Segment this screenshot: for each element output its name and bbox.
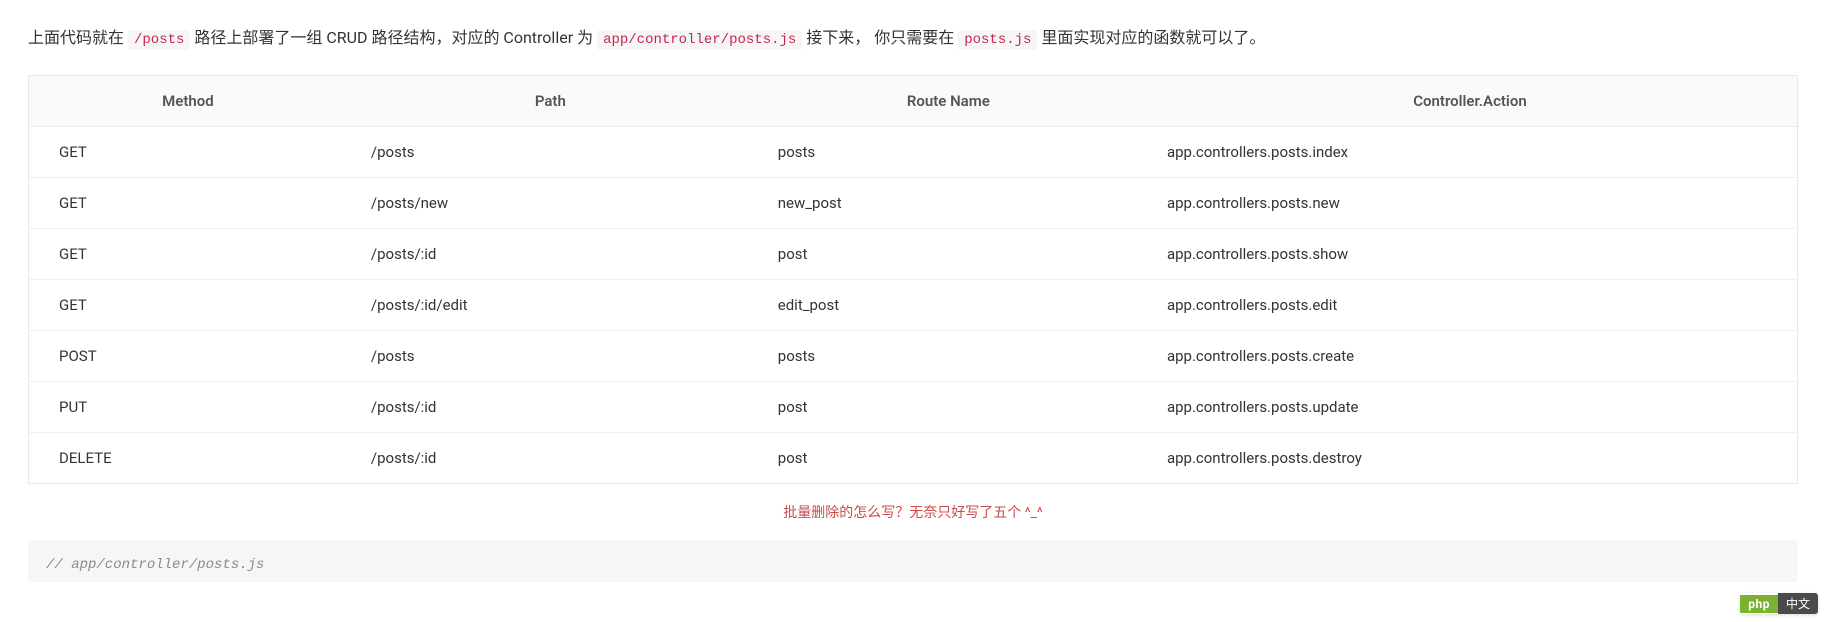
table-row: GET/postspostsapp.controllers.posts.inde… (29, 126, 1798, 177)
cell-controller-action: app.controllers.posts.index (1143, 126, 1798, 177)
intro-text-3: 接下来， 你只需要在 (802, 28, 958, 47)
note-text: 批量删除的怎么写？无奈只好写了五个 ^_^ (28, 502, 1798, 522)
inline-code-controller-path: app/controller/posts.js (597, 30, 802, 50)
cell-controller-action: app.controllers.posts.destroy (1143, 432, 1798, 483)
cell-route-name: new_post (754, 177, 1143, 228)
cell-path: /posts/:id (347, 228, 754, 279)
cell-method: GET (29, 279, 347, 330)
cell-route-name: posts (754, 330, 1143, 381)
col-header-route-name: Route Name (754, 75, 1143, 126)
cell-path: /posts (347, 330, 754, 381)
cell-controller-action: app.controllers.posts.update (1143, 381, 1798, 432)
cell-path: /posts/:id (347, 381, 754, 432)
cell-path: /posts/:id (347, 432, 754, 483)
cell-controller-action: app.controllers.posts.show (1143, 228, 1798, 279)
document-content: 上面代码就在 /posts 路径上部署了一组 CRUD 路径结构，对应的 Con… (0, 0, 1826, 522)
table-row: GET/posts/newnew_postapp.controllers.pos… (29, 177, 1798, 228)
intro-text-2: 路径上部署了一组 CRUD 路径结构，对应的 Controller 为 (190, 28, 597, 47)
cell-path: /posts (347, 126, 754, 177)
intro-text-1: 上面代码就在 (28, 28, 128, 47)
cell-method: PUT (29, 381, 347, 432)
cell-method: POST (29, 330, 347, 381)
cell-path: /posts/:id/edit (347, 279, 754, 330)
routes-table: Method Path Route Name Controller.Action… (28, 75, 1798, 484)
table-row: DELETE/posts/:idpostapp.controllers.post… (29, 432, 1798, 483)
cell-controller-action: app.controllers.posts.new (1143, 177, 1798, 228)
intro-paragraph: 上面代码就在 /posts 路径上部署了一组 CRUD 路径结构，对应的 Con… (28, 24, 1798, 53)
code-block: // app/controller/posts.js (28, 540, 1798, 582)
code-comment-line: // app/controller/posts.js (46, 554, 1780, 576)
cell-method: DELETE (29, 432, 347, 483)
badge-right: 中文 (1778, 593, 1818, 614)
inline-code-posts: /posts (128, 30, 190, 50)
table-row: POST/postspostsapp.controllers.posts.cre… (29, 330, 1798, 381)
inline-code-posts-js: posts.js (958, 30, 1037, 50)
table-body: GET/postspostsapp.controllers.posts.inde… (29, 126, 1798, 483)
cell-route-name: edit_post (754, 279, 1143, 330)
col-header-method: Method (29, 75, 347, 126)
site-badge[interactable]: php 中文 (1740, 593, 1818, 614)
col-header-controller-action: Controller.Action (1143, 75, 1798, 126)
cell-route-name: post (754, 432, 1143, 483)
cell-method: GET (29, 126, 347, 177)
table-row: GET/posts/:idpostapp.controllers.posts.s… (29, 228, 1798, 279)
cell-method: GET (29, 177, 347, 228)
col-header-path: Path (347, 75, 754, 126)
cell-route-name: post (754, 381, 1143, 432)
table-row: PUT/posts/:idpostapp.controllers.posts.u… (29, 381, 1798, 432)
badge-left: php (1740, 595, 1778, 613)
table-header: Method Path Route Name Controller.Action (29, 75, 1798, 126)
cell-route-name: post (754, 228, 1143, 279)
cell-controller-action: app.controllers.posts.create (1143, 330, 1798, 381)
cell-controller-action: app.controllers.posts.edit (1143, 279, 1798, 330)
table-row: GET/posts/:id/editedit_postapp.controlle… (29, 279, 1798, 330)
cell-route-name: posts (754, 126, 1143, 177)
intro-text-4: 里面实现对应的函数就可以了。 (1037, 28, 1265, 47)
cell-path: /posts/new (347, 177, 754, 228)
cell-method: GET (29, 228, 347, 279)
